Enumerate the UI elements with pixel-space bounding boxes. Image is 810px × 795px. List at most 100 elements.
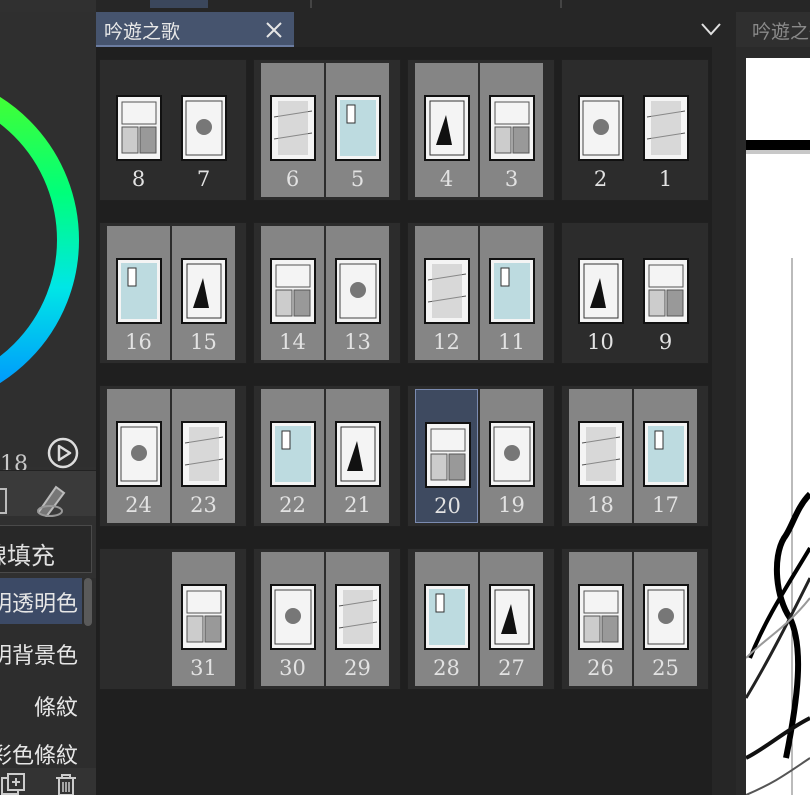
page-8[interactable]: 8 bbox=[107, 63, 170, 197]
add-layer-icon[interactable] bbox=[0, 772, 26, 795]
left-panel: 18 線填充 明透明色 明背景色 條紋 彩色條紋 bbox=[0, 0, 96, 795]
page-18[interactable]: 18 bbox=[569, 389, 632, 523]
page-7[interactable]: 7 bbox=[172, 63, 235, 197]
page-manager-window: 吟遊之歌 8 7 6 5 4 3 2 1 16 15 14 13 12 11 10 9 24 23 22 21 20 19… bbox=[96, 12, 736, 795]
page-thumbnail bbox=[489, 95, 535, 161]
color-wheel[interactable] bbox=[0, 12, 96, 432]
page-3[interactable]: 3 bbox=[480, 63, 543, 197]
fill-brush-icon[interactable] bbox=[30, 477, 70, 517]
layer-tab-icon[interactable] bbox=[0, 481, 10, 517]
page-27[interactable]: 27 bbox=[480, 552, 543, 686]
page-24[interactable]: 24 bbox=[107, 389, 170, 523]
page-thumbnail-art bbox=[583, 590, 619, 643]
chevron-down-icon[interactable] bbox=[700, 20, 722, 38]
page-number: 25 bbox=[652, 656, 679, 680]
page-21[interactable]: 21 bbox=[326, 389, 389, 523]
page-thumbnail bbox=[643, 258, 689, 324]
page-spread: 31 bbox=[99, 548, 247, 690]
close-icon[interactable] bbox=[264, 20, 284, 40]
page-thumbnail-art bbox=[429, 589, 465, 645]
page-thumbnail-art bbox=[273, 101, 313, 155]
trash-icon[interactable] bbox=[52, 772, 80, 795]
fill-option-stripes[interactable]: 條紋 bbox=[0, 682, 82, 728]
page-23[interactable]: 23 bbox=[172, 389, 235, 523]
page-thumbnail bbox=[425, 422, 471, 488]
fill-option-list: 明透明色 明背景色 條紋 彩色條紋 bbox=[0, 578, 96, 769]
page-number: 22 bbox=[279, 493, 306, 517]
page-number: 13 bbox=[344, 330, 371, 354]
page-thumbnail bbox=[578, 95, 624, 161]
page-number: 16 bbox=[125, 330, 152, 354]
page-number: 15 bbox=[190, 330, 217, 354]
page-thumbnail bbox=[335, 95, 381, 161]
page-thumbnail bbox=[270, 421, 316, 487]
page-16[interactable]: 16 bbox=[107, 226, 170, 360]
page-28[interactable]: 28 bbox=[415, 552, 478, 686]
page-25[interactable]: 25 bbox=[634, 552, 697, 686]
page-thumbnail-art bbox=[340, 426, 376, 482]
page-6[interactable]: 6 bbox=[261, 63, 324, 197]
fill-option-transparent[interactable]: 明透明色 bbox=[0, 578, 82, 624]
page-thumbnail bbox=[578, 584, 624, 650]
page-17[interactable]: 17 bbox=[634, 389, 697, 523]
page-spread: 24 23 bbox=[99, 385, 247, 527]
fill-mode-dropdown[interactable]: 線填充 bbox=[0, 525, 92, 573]
page-thumbnail-art bbox=[647, 589, 685, 645]
page-spread: 43 bbox=[407, 59, 555, 201]
page-15[interactable]: 15 bbox=[172, 226, 235, 360]
page-number: 29 bbox=[344, 656, 371, 680]
page-number: 10 bbox=[587, 330, 614, 354]
page-thumbnail-art bbox=[583, 263, 619, 319]
page-10[interactable]: 10 bbox=[569, 226, 632, 360]
page-thumbnail-art bbox=[430, 428, 466, 481]
page-11[interactable]: 11 bbox=[480, 226, 543, 360]
page-thumbnail-art bbox=[493, 426, 531, 482]
page-5[interactable]: 5 bbox=[326, 63, 389, 197]
canvas-tab[interactable]: 吟遊之歌 bbox=[736, 12, 810, 47]
page-20[interactable]: 20 bbox=[415, 389, 478, 523]
page-31[interactable]: 31 bbox=[172, 552, 235, 686]
page-grid-scrollbar[interactable] bbox=[712, 47, 736, 795]
page-19[interactable]: 19 bbox=[480, 389, 543, 523]
page-thumbnail-art bbox=[581, 427, 621, 481]
fill-option-label: 明透明色 bbox=[0, 592, 78, 617]
page-29[interactable]: 29 bbox=[326, 552, 389, 686]
canvas-artwork bbox=[744, 140, 810, 795]
play-icon[interactable] bbox=[46, 436, 80, 470]
page-number: 6 bbox=[285, 167, 300, 191]
page-thumbnail-art bbox=[648, 426, 684, 482]
page-number: 4 bbox=[439, 167, 454, 191]
page-thumbnail bbox=[270, 95, 316, 161]
page-13[interactable]: 13 bbox=[326, 226, 389, 360]
page-spread: 22 21 bbox=[253, 385, 401, 527]
page-thumbnail-art bbox=[582, 100, 620, 156]
page-thumbnail bbox=[335, 584, 381, 650]
page-thumbnail bbox=[489, 584, 535, 650]
document-tab-title: 吟遊之歌 bbox=[104, 21, 181, 43]
page-12[interactable]: 12 bbox=[415, 226, 478, 360]
fill-list-scrollbar[interactable] bbox=[84, 578, 92, 626]
page-30[interactable]: 30 bbox=[261, 552, 324, 686]
page-1[interactable]: 1 bbox=[634, 63, 697, 197]
page-number: 28 bbox=[433, 656, 460, 680]
page-4[interactable]: 4 bbox=[415, 63, 478, 197]
page-thumbnail bbox=[578, 258, 624, 324]
fill-option-background[interactable]: 明背景色 bbox=[0, 630, 82, 676]
document-tab[interactable]: 吟遊之歌 bbox=[96, 12, 294, 47]
page-2[interactable]: 2 bbox=[569, 63, 632, 197]
top-strip bbox=[0, 0, 810, 12]
page-thumbnail bbox=[116, 421, 162, 487]
page-14[interactable]: 14 bbox=[261, 226, 324, 360]
page-spread: 10 9 bbox=[561, 222, 709, 364]
page-number: 24 bbox=[125, 493, 152, 517]
color-wheel-panel: 18 bbox=[0, 12, 96, 477]
page-thumbnail bbox=[116, 258, 162, 324]
page-spread: 65 bbox=[253, 59, 401, 201]
page-number: 19 bbox=[498, 493, 525, 517]
page-26[interactable]: 26 bbox=[569, 552, 632, 686]
page-9[interactable]: 9 bbox=[634, 226, 697, 360]
page-22[interactable]: 22 bbox=[261, 389, 324, 523]
canvas-paper[interactable] bbox=[744, 58, 810, 795]
page-spread: 20 19 bbox=[407, 385, 555, 527]
page-thumbnail bbox=[335, 421, 381, 487]
